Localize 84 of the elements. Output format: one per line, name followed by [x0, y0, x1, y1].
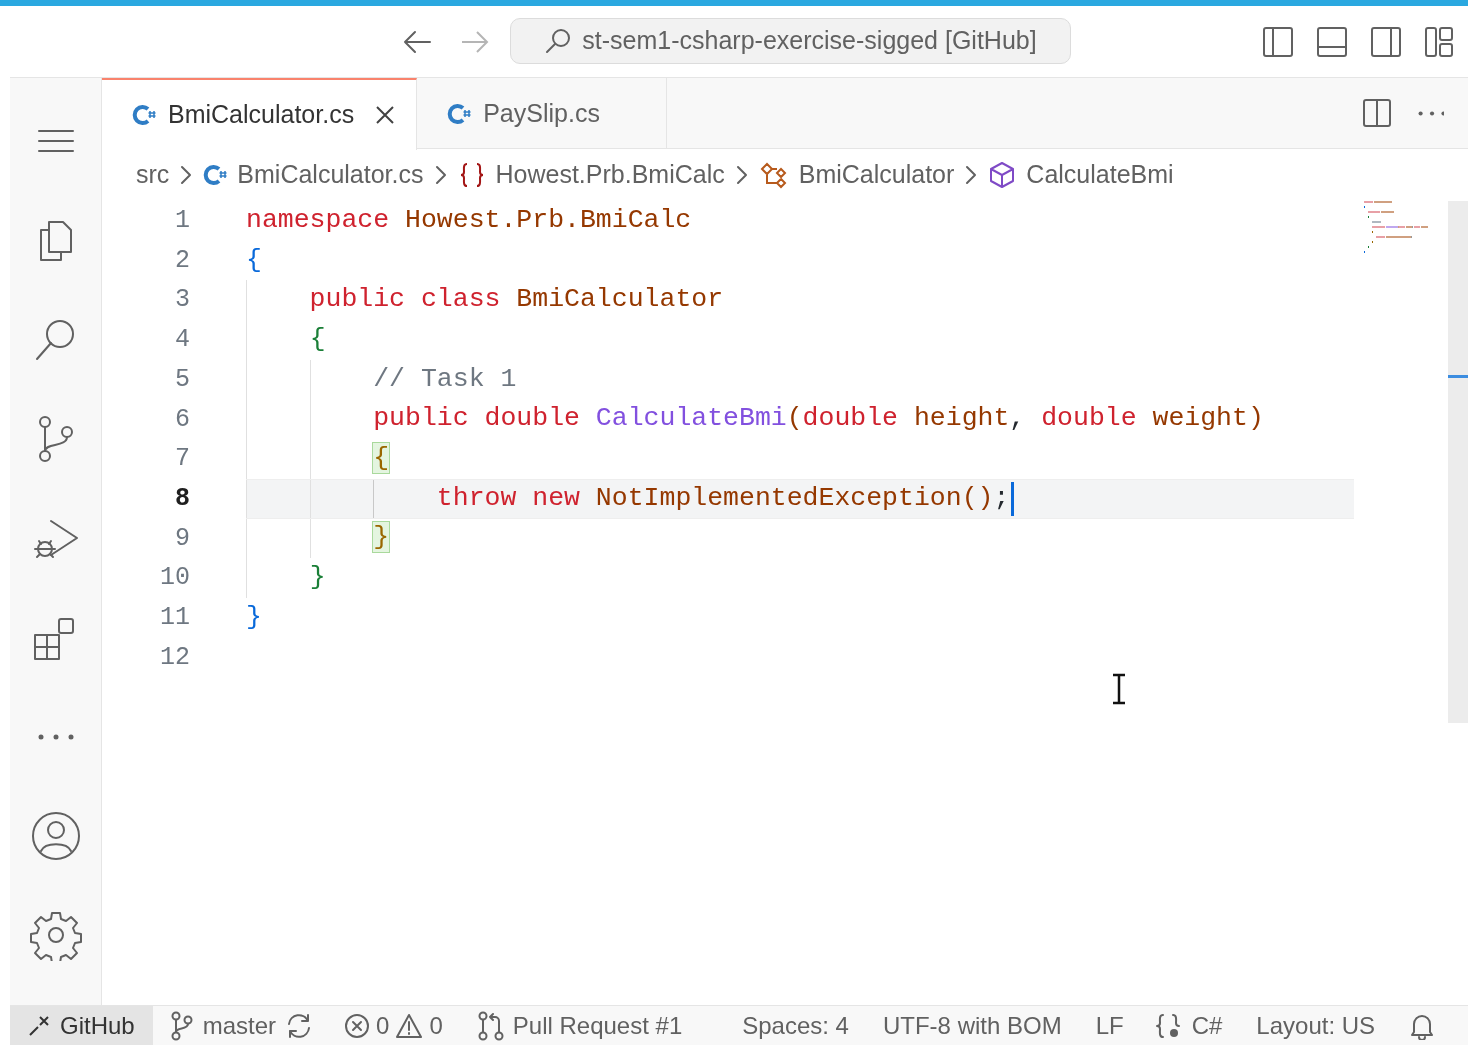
file-type-icon — [203, 163, 228, 187]
line-number: 4 — [174, 324, 190, 357]
code-line: { — [246, 243, 262, 277]
split-editor-button[interactable] — [1362, 98, 1392, 128]
line-number: 8 — [174, 482, 190, 515]
line-number: 3 — [174, 284, 190, 317]
editor-tab[interactable]: PaySlip.cs — [417, 78, 668, 149]
toggle-panel-icon — [1316, 26, 1348, 58]
branch-indicator[interactable]: master — [168, 1007, 315, 1044]
line-number: 11 — [159, 601, 190, 634]
gear-icon — [29, 909, 82, 962]
language-indicator[interactable]: C# — [1153, 1007, 1223, 1044]
branch-label: master — [202, 1010, 277, 1041]
person-icon — [29, 810, 82, 863]
line-number: 7 — [174, 443, 190, 476]
arrow-left-icon — [402, 30, 432, 54]
tab-label: PaySlip.cs — [483, 97, 600, 129]
remote-icon — [28, 1014, 50, 1037]
more-icon — [37, 733, 74, 740]
text-cursor-icon — [1110, 673, 1128, 705]
line-number: 10 — [159, 562, 190, 595]
problems-indicator[interactable]: 0 0 — [344, 1007, 443, 1044]
close-button[interactable] — [374, 104, 397, 126]
code-line: { — [308, 323, 326, 357]
toggle-primary-sidebar-button[interactable] — [1262, 26, 1294, 58]
pull-request-indicator[interactable]: Pull Request #1 — [476, 1007, 683, 1044]
error-icon — [344, 1012, 371, 1039]
arrow-right-icon — [460, 30, 490, 54]
more-icon — [1418, 110, 1444, 116]
editor-tab[interactable]: BmiCalculator.cs — [102, 78, 418, 150]
status-item[interactable]: Layout: US — [1256, 1007, 1376, 1044]
toggle-secondary-sidebar-icon — [1370, 26, 1402, 58]
remote-indicator[interactable]: GitHub — [10, 1006, 153, 1045]
pull-request-icon — [476, 1010, 505, 1041]
search-text: st-sem1-csharp-exercise-sigged [GitHub] — [582, 25, 1037, 57]
breadcrumb-item[interactable]: CalculateBmi — [988, 156, 1174, 194]
warning-count: 0 — [429, 1010, 443, 1041]
breadcrumb-item[interactable]: BmiCalculator.cs — [203, 156, 424, 194]
close-icon — [374, 104, 397, 126]
line-number: 6 — [174, 403, 190, 436]
code-line: // Task 1 — [372, 362, 517, 396]
toggle-panel-button[interactable] — [1316, 26, 1348, 58]
customize-layout-icon — [1424, 26, 1456, 58]
code-line: } — [308, 561, 326, 595]
warning-icon — [395, 1012, 424, 1039]
status-item[interactable]: UTF-8 with BOM — [882, 1007, 1062, 1044]
status-item[interactable]: LF — [1095, 1007, 1124, 1044]
command-center-search[interactable]: st-sem1-csharp-exercise-sigged [GitHub] — [510, 18, 1071, 64]
chevron-right-icon — [964, 164, 979, 186]
code-line: public double CalculateBmi(double height, double weight) — [372, 402, 1264, 436]
tab-label: BmiCalculator.cs — [168, 99, 355, 131]
language-label: C# — [1191, 1010, 1223, 1041]
line-number: 1 — [174, 205, 190, 238]
more-actions-button[interactable] — [1418, 110, 1444, 116]
status-item[interactable]: Spaces: 4 — [742, 1007, 849, 1044]
error-count: 0 — [376, 1010, 390, 1041]
remote-label: GitHub — [60, 1010, 135, 1041]
breadcrumb-item[interactable]: BmiCalculator — [758, 156, 955, 194]
search-icon — [544, 27, 573, 55]
chevron-right-icon — [179, 164, 194, 186]
chevron-right-icon — [734, 164, 749, 186]
split-editor-icon — [1362, 98, 1392, 128]
pull-request-label: Pull Request #1 — [512, 1010, 683, 1041]
line-number: 9 — [174, 522, 190, 555]
cube-icon — [988, 161, 1017, 189]
breadcrumb-item[interactable]: Howest.Prb.BmiCalc — [457, 156, 725, 194]
code-line: throw new NotImplementedException(); — [435, 481, 1010, 515]
toggle-primary-sidebar-icon — [1262, 26, 1294, 58]
customize-layout-button[interactable] — [1424, 26, 1456, 58]
code-line: namespace Howest.Prb.BmiCalc — [246, 203, 692, 237]
class-icon — [758, 161, 789, 189]
scrollbar-thumb[interactable] — [1448, 201, 1468, 723]
toggle-secondary-sidebar-button[interactable] — [1370, 26, 1402, 58]
line-number: 2 — [174, 244, 190, 277]
line-number: 12 — [159, 641, 190, 674]
file-type-icon — [132, 103, 156, 127]
breadcrumb-item[interactable]: src — [136, 156, 170, 194]
code-line: public class BmiCalculator — [308, 283, 724, 317]
code-line: } — [246, 600, 262, 634]
chevron-right-icon — [433, 164, 448, 186]
braces-icon — [1153, 1011, 1182, 1040]
line-number: 5 — [174, 363, 190, 396]
text-caret — [1011, 481, 1015, 516]
file-type-icon — [447, 101, 472, 126]
